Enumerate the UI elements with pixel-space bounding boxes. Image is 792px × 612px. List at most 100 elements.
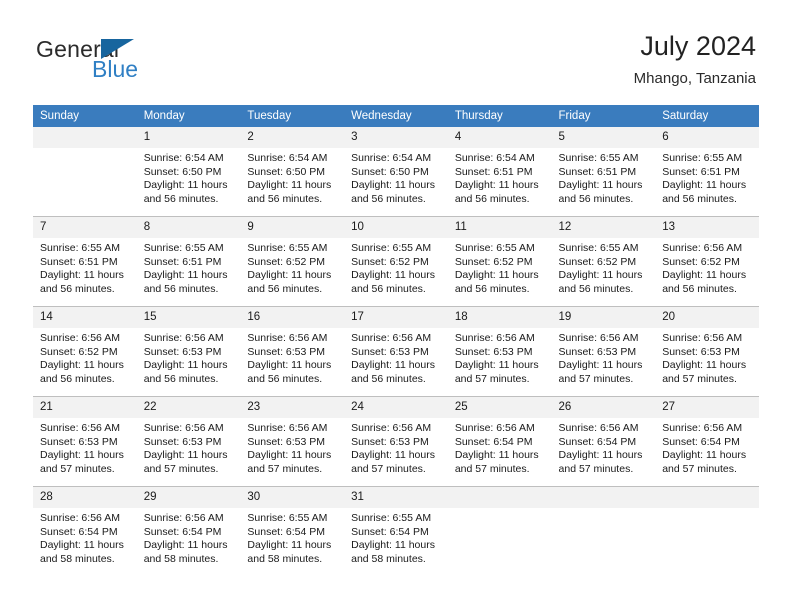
calendar-day-cell[interactable]: 8 Sunrise: 6:55 AM Sunset: 6:51 PM Daylight… [136, 216, 241, 307]
day-details: Sunrise: 6:54 AM Sunset: 6:50 PM Daylight:… [137, 148, 241, 206]
day-details: Sunrise: 6:56 AM Sunset: 6:54 PM Daylight:… [552, 418, 656, 476]
day-detail-daylight-2: and 57 minutes. [247, 462, 323, 475]
day-detail-daylight-1: Daylight: 11 hours [351, 449, 435, 462]
calendar-day-cell[interactable]: 17 Sunrise: 6:56 AM Sunset: 6:53 PM Dayligh… [344, 306, 448, 397]
day-detail-daylight-2: and 57 minutes. [454, 462, 530, 475]
calendar-day-cell[interactable]: 29 Sunrise: 6:56 AM Sunset: 6:54 PM Dayligh… [136, 486, 241, 576]
day-detail-sunset: Sunset: 6:54 PM [454, 435, 533, 448]
day-detail-daylight-2: and 56 minutes. [558, 192, 634, 205]
calendar-day-cell[interactable]: 25 Sunrise: 6:56 AM Sunset: 6:54 PM Dayligh… [447, 396, 552, 487]
calendar-day-cell[interactable]: 16 Sunrise: 6:56 AM Sunset: 6:53 PM Dayligh… [240, 306, 345, 397]
calendar-day-cell[interactable]: 9 Sunrise: 6:55 AM Sunset: 6:52 PM Daylight… [240, 216, 345, 307]
day-detail-daylight-2: and 56 minutes. [558, 282, 634, 295]
calendar-day-cell[interactable]: 13 Sunrise: 6:56 AM Sunset: 6:52 PM Dayligh… [655, 216, 759, 307]
day-number: 25 [447, 397, 552, 418]
day-detail-daylight-1: Daylight: 11 hours [247, 359, 332, 372]
day-detail-sunset: Sunset: 6:54 PM [40, 525, 118, 538]
day-detail-daylight-1: Daylight: 11 hours [247, 179, 332, 192]
day-details: Sunrise: 6:56 AM Sunset: 6:53 PM Daylight:… [344, 328, 448, 386]
calendar-empty-cell [33, 127, 137, 217]
calendar-empty-cell [447, 486, 552, 576]
day-detail-daylight-1: Daylight: 11 hours [558, 179, 643, 192]
calendar-day-cell[interactable]: 21 Sunrise: 6:56 AM Sunset: 6:53 PM Dayligh… [33, 396, 137, 487]
calendar-day-cell[interactable]: 27 Sunrise: 6:56 AM Sunset: 6:54 PM Dayligh… [655, 396, 759, 487]
calendar-empty-cell [551, 486, 656, 576]
day-detail-daylight-1: Daylight: 11 hours [351, 359, 435, 372]
day-number: 14 [33, 307, 137, 328]
calendar-day-cell[interactable]: 28 Sunrise: 6:56 AM Sunset: 6:54 PM Dayligh… [33, 486, 137, 576]
day-detail-daylight-1: Daylight: 11 hours [351, 539, 435, 552]
calendar-day-cell[interactable]: 5 Sunrise: 6:55 AM Sunset: 6:51 PM Daylight… [551, 127, 656, 217]
day-detail-sunset: Sunset: 6:53 PM [351, 435, 429, 448]
day-detail-sunrise: Sunrise: 6:56 AM [143, 332, 224, 344]
day-detail-sunrise: Sunrise: 6:54 AM [143, 152, 224, 164]
day-details: Sunrise: 6:54 AM Sunset: 6:51 PM Daylight:… [448, 148, 552, 206]
day-detail-sunrise: Sunrise: 6:56 AM [40, 332, 120, 344]
weekday-header-friday: Friday [551, 105, 656, 127]
day-detail-daylight-2: and 56 minutes. [247, 282, 323, 295]
calendar-day-cell[interactable]: 26 Sunrise: 6:56 AM Sunset: 6:54 PM Dayligh… [551, 396, 656, 487]
calendar-day-cell[interactable]: 6 Sunrise: 6:55 AM Sunset: 6:51 PM Daylight… [655, 127, 759, 217]
day-number: 20 [655, 307, 759, 328]
calendar-day-cell[interactable]: 30 Sunrise: 6:55 AM Sunset: 6:54 PM Dayligh… [240, 486, 345, 576]
day-detail-sunrise: Sunrise: 6:54 AM [247, 152, 328, 164]
calendar-day-cell[interactable]: 15 Sunrise: 6:56 AM Sunset: 6:53 PM Dayligh… [136, 306, 241, 397]
day-detail-sunrise: Sunrise: 6:56 AM [454, 422, 535, 434]
calendar-day-cell[interactable]: 22 Sunrise: 6:56 AM Sunset: 6:53 PM Dayligh… [136, 396, 241, 487]
general-blue-logo[interactable]: General Blue [36, 36, 236, 86]
day-detail-sunset: Sunset: 6:53 PM [454, 345, 533, 358]
calendar-day-cell[interactable]: 3 Sunrise: 6:54 AM Sunset: 6:50 PM Daylight… [344, 127, 448, 217]
day-number: 22 [136, 397, 241, 418]
day-detail-daylight-2: and 56 minutes. [40, 372, 115, 385]
day-detail-sunset: Sunset: 6:53 PM [558, 345, 637, 358]
title-block: July 2024 Mhango, Tanzania [634, 30, 756, 89]
day-detail-sunrise: Sunrise: 6:55 AM [558, 152, 639, 164]
calendar-day-cell[interactable]: 1 Sunrise: 6:54 AM Sunset: 6:50 PM Daylight… [136, 127, 241, 217]
logo-text-blue: Blue [92, 56, 139, 82]
calendar-body: 1 Sunrise: 6:54 AM Sunset: 6:50 PM Daylight… [33, 127, 759, 576]
day-detail-sunset: Sunset: 6:51 PM [454, 165, 533, 178]
day-details: Sunrise: 6:56 AM Sunset: 6:53 PM Daylight:… [240, 418, 344, 476]
calendar-week-row: 7 Sunrise: 6:55 AM Sunset: 6:51 PM Daylight… [33, 216, 759, 307]
day-detail-sunrise: Sunrise: 6:56 AM [143, 422, 224, 434]
calendar-day-cell[interactable]: 4 Sunrise: 6:54 AM Sunset: 6:51 PM Daylight… [447, 127, 552, 217]
sunrise-sunset-calendar: Sunday Monday Tuesday Wednesday Thursday… [33, 105, 759, 576]
day-detail-daylight-2: and 56 minutes. [247, 372, 323, 385]
calendar-day-cell[interactable]: 18 Sunrise: 6:56 AM Sunset: 6:53 PM Dayligh… [447, 306, 552, 397]
day-detail-sunrise: Sunrise: 6:55 AM [351, 512, 432, 524]
day-number: 24 [344, 397, 448, 418]
calendar-day-cell[interactable]: 11 Sunrise: 6:55 AM Sunset: 6:52 PM Dayligh… [447, 216, 552, 307]
day-details: Sunrise: 6:56 AM Sunset: 6:54 PM Daylight:… [655, 418, 759, 476]
day-details: Sunrise: 6:55 AM Sunset: 6:52 PM Daylight:… [448, 238, 552, 296]
calendar-day-cell[interactable]: 2 Sunrise: 6:54 AM Sunset: 6:50 PM Daylight… [240, 127, 345, 217]
calendar-day-cell[interactable]: 12 Sunrise: 6:55 AM Sunset: 6:52 PM Dayligh… [551, 216, 656, 307]
day-detail-daylight-1: Daylight: 11 hours [454, 359, 539, 372]
day-number [447, 487, 552, 508]
day-detail-daylight-1: Daylight: 11 hours [143, 269, 228, 282]
day-detail-daylight-1: Daylight: 11 hours [143, 449, 228, 462]
calendar-day-cell[interactable]: 7 Sunrise: 6:55 AM Sunset: 6:51 PM Daylight… [33, 216, 137, 307]
calendar-day-cell[interactable]: 23 Sunrise: 6:56 AM Sunset: 6:53 PM Dayligh… [240, 396, 345, 487]
day-detail-sunrise: Sunrise: 6:54 AM [351, 152, 432, 164]
calendar-day-cell[interactable]: 20 Sunrise: 6:56 AM Sunset: 6:53 PM Dayligh… [655, 306, 759, 397]
day-details: Sunrise: 6:55 AM Sunset: 6:51 PM Daylight:… [33, 238, 137, 296]
calendar-day-cell[interactable]: 24 Sunrise: 6:56 AM Sunset: 6:53 PM Dayligh… [344, 396, 448, 487]
day-detail-sunrise: Sunrise: 6:56 AM [247, 332, 328, 344]
weekday-header-thursday: Thursday [447, 105, 552, 127]
day-number: 4 [447, 127, 552, 148]
day-details: Sunrise: 6:55 AM Sunset: 6:52 PM Daylight:… [344, 238, 448, 296]
day-detail-sunrise: Sunrise: 6:56 AM [662, 332, 743, 344]
day-detail-daylight-1: Daylight: 11 hours [558, 269, 643, 282]
calendar-day-cell[interactable]: 10 Sunrise: 6:55 AM Sunset: 6:52 PM Dayligh… [344, 216, 448, 307]
calendar-day-cell[interactable]: 14 Sunrise: 6:56 AM Sunset: 6:52 PM Dayligh… [33, 306, 137, 397]
calendar-day-cell[interactable]: 31 Sunrise: 6:55 AM Sunset: 6:54 PM Dayligh… [344, 486, 448, 576]
calendar-page: General Blue July 2024 Mhango, Tanzania … [0, 0, 792, 612]
day-detail-daylight-2: and 56 minutes. [351, 282, 426, 295]
day-number: 27 [655, 397, 759, 418]
day-details: Sunrise: 6:56 AM Sunset: 6:54 PM Daylight:… [33, 508, 137, 566]
day-detail-daylight-1: Daylight: 11 hours [454, 449, 539, 462]
day-details: Sunrise: 6:54 AM Sunset: 6:50 PM Daylight:… [344, 148, 448, 206]
calendar-day-cell[interactable]: 19 Sunrise: 6:56 AM Sunset: 6:53 PM Dayligh… [551, 306, 656, 397]
day-details: Sunrise: 6:55 AM Sunset: 6:51 PM Daylight:… [655, 148, 759, 206]
day-number: 9 [240, 217, 345, 238]
